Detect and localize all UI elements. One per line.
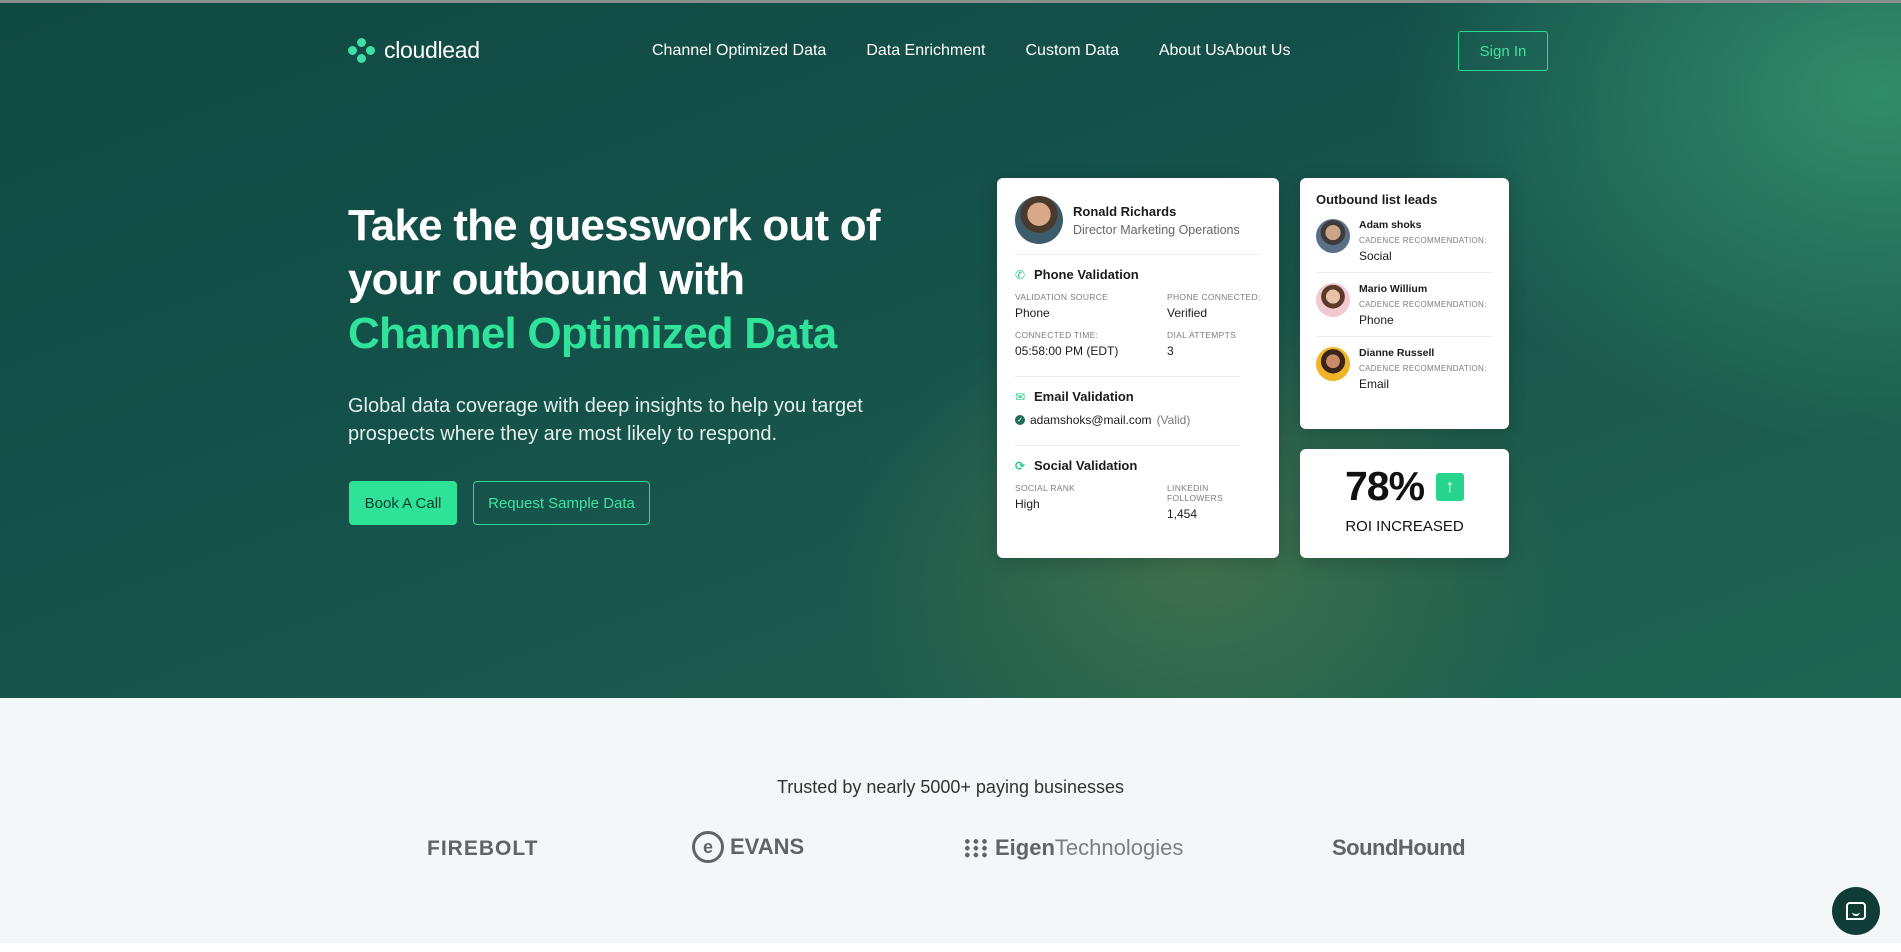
lead-label: CADENCE RECOMMENDATION: [1359,300,1487,309]
social-validation-title: ⟳ Social Validation [1015,458,1261,473]
book-a-call-button[interactable]: Book A Call [349,481,457,525]
customer-logos: FIREBOLT e EVANS EigenTechnologies Sound… [0,831,1901,871]
field-label: VALIDATION SOURCE [1015,292,1109,302]
social-validation-label: Social Validation [1034,458,1138,473]
headline-accent: Channel Optimized Data [348,309,837,358]
lead-name: Dianne Russell [1359,347,1435,359]
email-status: (Valid) [1156,413,1191,427]
phone-validation-label: Phone Validation [1034,267,1139,282]
leads-title: Outbound list leads [1316,192,1438,207]
list-item: Mario Willium CADENCE RECOMMENDATION: Ph… [1316,279,1493,337]
chat-icon [1846,902,1866,920]
nav-about-us[interactable]: About UsAbout Us [1159,42,1291,60]
headline-line-2: your outbound with [348,255,745,304]
avatar [1316,219,1350,253]
lead-value: Social [1359,249,1392,263]
lead-name: Adam shoks [1359,219,1422,231]
profile-role: Director Marketing Operations [1073,222,1240,237]
list-item: Dianne Russell CADENCE RECOMMENDATION: E… [1316,343,1493,400]
firebolt-logo: FIREBOLT [427,837,538,861]
roi-card: 78% ↑ ROI INCREASED [1300,449,1509,558]
hero-subtext: Global data coverage with deep insights … [348,395,863,445]
phone-validation-fields: VALIDATION SOURCE Phone PHONE CONNECTED: V… [1015,292,1261,358]
field-label: SOCIAL RANK [1015,483,1076,493]
envelope-icon: ✉ [1015,389,1026,404]
field-value: Phone [1015,306,1050,320]
field-label: CONNECTED TIME: [1015,330,1099,340]
list-item: Adam shoks CADENCE RECOMMENDATION: Socia… [1316,215,1493,273]
firebolt-wordmark: FIREBOLT [427,837,539,860]
hero-section: cloudlead Channel Optimized Data Data En… [0,0,1901,698]
soundhound-logo: SoundHound [1332,835,1466,861]
field-value: High [1015,497,1040,511]
trusted-text: Trusted by nearly 5000+ paying businesse… [776,777,1125,797]
profile-header: Ronald Richards Director Marketing Opera… [1015,196,1261,255]
field-value: 05:58:00 PM (EDT) [1015,344,1119,358]
nav-data-enrichment[interactable]: Data Enrichment [866,42,985,60]
eigen-wordmark-bold: Eigen [995,835,1055,860]
brand-name: cloudlead [384,37,480,63]
phone-validation-title: ✆ Phone Validation [1015,267,1261,282]
roi-value: 78% [1344,463,1425,509]
headline-line-1: Take the guesswork out of [348,201,881,250]
field-value: 3 [1167,344,1174,358]
sign-in-button[interactable]: Sign In [1458,31,1548,71]
evans-e-icon: e [692,831,724,863]
outbound-leads-card: Outbound list leads Adam shoks CADENCE R… [1300,178,1509,429]
email-row: ✓ adamshoks@mail.com (Valid) [1015,413,1261,427]
divider [1015,445,1240,446]
evans-wordmark: EVANS [730,834,805,859]
avatar [1316,347,1350,381]
field-label: PHONE CONNECTED: [1167,292,1261,302]
social-icon: ⟳ [1015,458,1026,473]
evans-logo: e EVANS [692,831,804,863]
field-label: LINKEDIN FOLLOWERS [1167,483,1224,503]
roi-label: ROI INCREASED [1345,518,1464,535]
lead-label: CADENCE RECOMMENDATION: [1359,236,1487,245]
email-validation-title: ✉ Email Validation [1015,389,1261,404]
field-value: Verified [1167,306,1208,320]
field-label: DIAL ATTEMPTS [1167,330,1237,340]
soundhound-wordmark: SoundHound [1332,835,1466,860]
lead-label: CADENCE RECOMMENDATION: [1359,364,1487,373]
main-nav: Channel Optimized Data Data Enrichment C… [652,42,1290,60]
lead-value: Phone [1359,313,1394,327]
lead-name: Mario Willium [1359,283,1428,295]
nav-custom-data[interactable]: Custom Data [1025,42,1118,60]
social-validation-fields: SOCIAL RANK High LINKEDIN FOLLOWERS 1,454 [1015,483,1261,521]
eigen-wordmark-light: Technologies [1054,835,1184,860]
avatar [1015,196,1063,244]
hero-headline: Take the guesswork out of your outbound … [348,199,908,361]
trusted-section: Trusted by nearly 5000+ paying businesse… [0,698,1901,943]
lead-value: Email [1359,377,1390,391]
check-icon: ✓ [1015,415,1025,425]
nav-channel-optimized-data[interactable]: Channel Optimized Data [652,42,826,60]
phone-icon: ✆ [1015,267,1026,282]
field-value: 1,454 [1167,507,1198,521]
page-bottom-strip [0,943,1901,952]
request-sample-data-button[interactable]: Request Sample Data [473,481,650,525]
email-validation-label: Email Validation [1034,389,1134,404]
divider [1015,376,1240,377]
avatar [1316,283,1350,317]
chat-widget-button[interactable] [1832,887,1880,935]
eigen-dots-icon [963,838,989,858]
profile-name: Ronald Richards [1073,203,1177,219]
email-address: adamshoks@mail.com [1030,413,1152,427]
eigen-technologies-logo: EigenTechnologies [963,835,1183,861]
profile-validation-card: Ronald Richards Director Marketing Opera… [997,178,1279,558]
cloudlead-logo-icon [348,37,378,64]
arrow-up-icon: ↑ [1436,472,1465,501]
brand-logo[interactable]: cloudlead [348,37,480,64]
